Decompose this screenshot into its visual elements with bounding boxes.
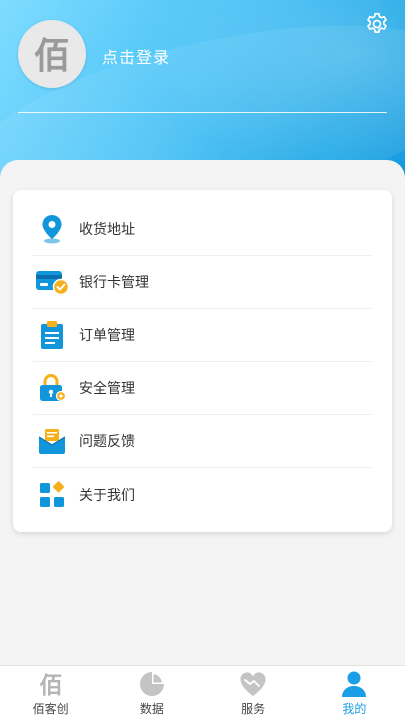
avatar-logo-icon: 佰: [34, 36, 70, 77]
tab-label: 服务: [241, 702, 266, 716]
bottom-tab-bar: 佰 佰客创 数据 服务 我的: [0, 665, 405, 720]
apps-grid-icon: [35, 478, 69, 512]
avatar[interactable]: 佰: [18, 20, 86, 88]
tab-home[interactable]: 佰 佰客创: [0, 666, 101, 720]
tab-service[interactable]: 服务: [203, 666, 304, 720]
menu-item-security[interactable]: 安全管理: [33, 362, 372, 415]
menu-item-label: 问题反馈: [79, 434, 135, 450]
menu-item-orders[interactable]: 订单管理: [33, 309, 372, 362]
feedback-mail-icon: [35, 424, 69, 458]
menu-card: 收货地址 银行卡管理 订单管理 安全管理 问题反馈 关于我们: [13, 190, 392, 532]
menu-item-label: 关于我们: [79, 487, 135, 504]
menu-item-bank-card[interactable]: 银行卡管理: [33, 256, 372, 309]
lock-icon: [35, 371, 69, 405]
settings-button[interactable]: [363, 10, 391, 38]
tab-label: 我的: [342, 702, 367, 716]
svg-text:佰: 佰: [34, 36, 70, 77]
location-pin-icon: [35, 212, 69, 246]
heart-icon: [238, 670, 268, 698]
menu-item-feedback[interactable]: 问题反馈: [33, 415, 372, 468]
tab-data[interactable]: 数据: [101, 666, 202, 720]
brand-logo-icon: 佰: [36, 670, 66, 698]
pie-chart-icon: [137, 670, 167, 698]
tab-mine[interactable]: 我的: [304, 666, 405, 720]
tab-label: 数据: [139, 702, 164, 716]
bank-card-icon: [35, 265, 69, 299]
clipboard-order-icon: [35, 318, 69, 352]
login-link[interactable]: 点击登录: [102, 44, 170, 68]
menu-item-address[interactable]: 收货地址: [33, 203, 372, 256]
header-divider: [18, 112, 387, 113]
menu-item-label: 银行卡管理: [79, 275, 149, 291]
tab-label: 佰客创: [32, 702, 69, 716]
menu-item-label: 安全管理: [79, 381, 135, 397]
menu-item-about[interactable]: 关于我们: [33, 468, 372, 521]
menu-item-label: 订单管理: [79, 328, 135, 344]
gear-icon: [367, 12, 387, 33]
user-icon: [339, 670, 369, 698]
menu-item-label: 收货地址: [79, 222, 135, 238]
svg-text:佰: 佰: [39, 673, 62, 697]
